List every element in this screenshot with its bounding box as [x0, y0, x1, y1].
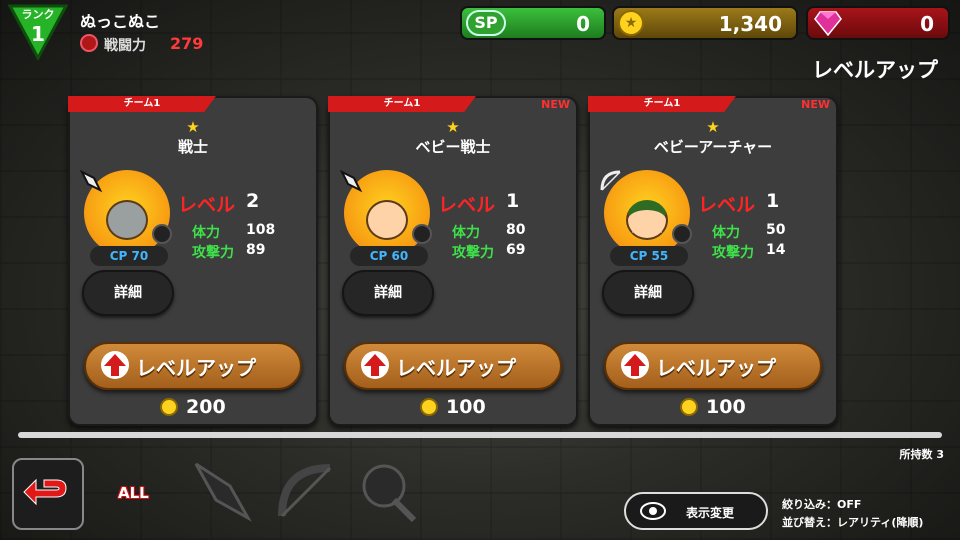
coin-value: 1,340: [718, 12, 782, 36]
filter-status[interactable]: 絞り込み：OFF: [782, 496, 861, 512]
detail-button[interactable]: 詳細: [602, 270, 694, 316]
up-arrow-icon: [101, 351, 129, 379]
owned-count: 所持数 3: [899, 448, 944, 461]
new-badge: NEW: [801, 98, 830, 111]
detail-button[interactable]: 詳細: [342, 270, 434, 316]
level-up-label: レベルアップ: [396, 356, 516, 380]
level-value: 1: [506, 190, 520, 212]
level-up-button[interactable]: レベルアップ: [604, 342, 822, 390]
rank-label: ランク: [21, 8, 55, 21]
sp-value: 0: [576, 12, 590, 36]
level-up-label: レベルアップ: [136, 356, 256, 380]
rank-number: 1: [31, 22, 45, 46]
sp-icon: SP: [466, 10, 506, 36]
hp-label: 体力: [712, 225, 740, 241]
horizontal-scrollbar[interactable]: [18, 432, 942, 438]
team-tag: チーム1: [68, 96, 216, 112]
sword-type-icon: [79, 169, 103, 193]
filter-all-button[interactable]: ALL: [118, 484, 149, 502]
cp-badge: CP 60: [350, 246, 428, 266]
magic-filter-icon[interactable]: [352, 456, 422, 526]
back-arrow-icon: [23, 478, 67, 506]
unit-card: チーム1 NEW ★ ベビーアーチャー CP 55 レベル 1 体力 50 攻撃…: [588, 96, 838, 426]
level-label: レベル: [438, 194, 496, 216]
new-badge: NEW: [541, 98, 570, 111]
equipment-orb-icon: [412, 224, 432, 244]
coin-icon: [680, 398, 698, 416]
battle-power-icon: [80, 34, 98, 52]
battle-power-label: 戦闘力: [104, 38, 146, 54]
coin-icon: [420, 398, 438, 416]
level-up-button[interactable]: レベルアップ: [344, 342, 562, 390]
coin-icon: ★: [618, 10, 644, 36]
archer-face-icon: [626, 200, 668, 240]
battle-power-value: 279: [170, 34, 204, 53]
hp-label: 体力: [452, 225, 480, 241]
level-value: 2: [246, 190, 260, 212]
level-label: レベル: [698, 194, 756, 216]
detail-button[interactable]: 詳細: [82, 270, 174, 316]
cp-badge: CP 70: [90, 246, 168, 266]
coin-counter[interactable]: ★ 1,340: [612, 6, 798, 40]
cp-badge: CP 55: [610, 246, 688, 266]
level-up-button[interactable]: レベルアップ: [84, 342, 302, 390]
rarity-star-icon: ★: [446, 118, 460, 136]
bow-type-icon: [600, 170, 621, 191]
warrior-face-icon: [106, 200, 148, 240]
up-arrow-icon: [361, 351, 389, 379]
team-tag: チーム1: [588, 96, 736, 112]
sword-type-icon: [339, 169, 363, 193]
level-value: 1: [766, 190, 780, 212]
level-up-cost: 100: [706, 396, 746, 418]
level-up-cost: 200: [186, 396, 226, 418]
player-name: ぬっこぬこ: [80, 12, 161, 31]
unit-name: ベビー戦士: [415, 138, 491, 156]
team-tag: チーム1: [328, 96, 476, 112]
unit-name: ベビーアーチャー: [653, 138, 773, 156]
unit-name: 戦士: [177, 138, 208, 156]
view-change-button[interactable]: 表示変更: [624, 492, 768, 530]
unit-card: チーム1 ★ 戦士 CP 70 レベル 2 体力 108 攻撃力 89 詳細 レ…: [68, 96, 318, 426]
attack-label: 攻撃力: [712, 245, 754, 261]
equipment-orb-icon: [152, 224, 172, 244]
level-up-label: レベルアップ: [656, 356, 776, 380]
page-title: レベルアップ: [812, 58, 938, 82]
attack-value: 89: [246, 242, 266, 258]
attack-label: 攻撃力: [452, 245, 494, 261]
level-label: レベル: [178, 194, 236, 216]
sort-status[interactable]: 並び替え：レアリティ(降順): [782, 514, 923, 530]
up-arrow-icon: [621, 351, 649, 379]
level-up-cost: 100: [446, 396, 486, 418]
back-button[interactable]: [12, 458, 84, 530]
equipment-orb-icon: [672, 224, 692, 244]
sword-filter-icon[interactable]: [186, 456, 256, 526]
unit-card: チーム1 NEW ★ ベビー戦士 CP 60 レベル 1 体力 80 攻撃力 6…: [328, 96, 578, 426]
hp-value: 80: [506, 222, 526, 238]
gem-icon: [814, 11, 842, 36]
baby-face-icon: [366, 200, 408, 240]
coin-icon: [160, 398, 178, 416]
gem-value: 0: [920, 12, 934, 36]
gem-counter[interactable]: 0: [806, 6, 950, 40]
attack-label: 攻撃力: [192, 245, 234, 261]
attack-value: 69: [506, 242, 526, 258]
hp-value: 108: [246, 222, 276, 238]
eye-icon: [640, 502, 666, 520]
hp-value: 50: [766, 222, 786, 238]
rarity-star-icon: ★: [706, 118, 720, 136]
view-change-label: 表示変更: [686, 506, 735, 520]
rarity-star-icon: ★: [186, 118, 200, 136]
hp-label: 体力: [192, 225, 220, 241]
bow-filter-icon[interactable]: [270, 456, 340, 526]
attack-value: 14: [766, 242, 786, 258]
sp-counter[interactable]: SP 0: [460, 6, 606, 40]
